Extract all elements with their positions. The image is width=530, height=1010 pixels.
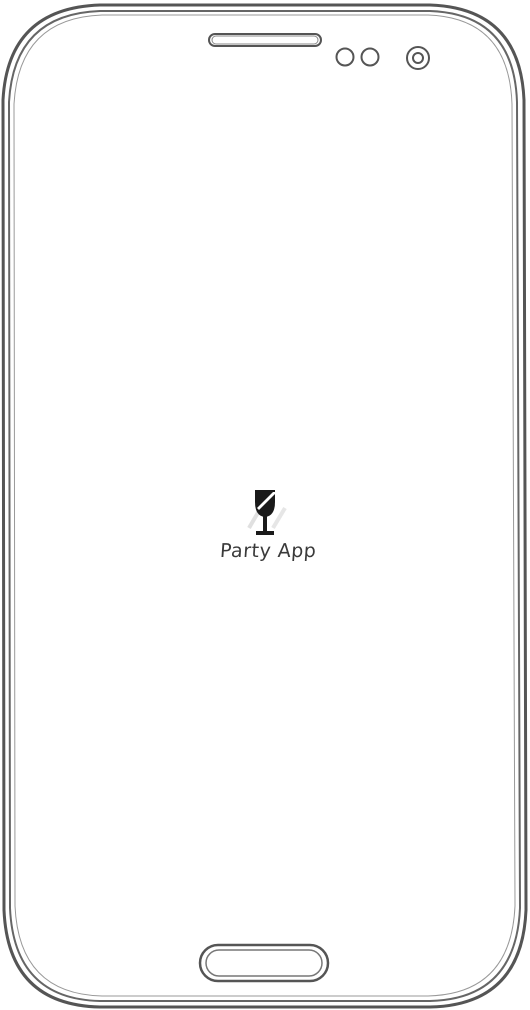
front-camera-icon (406, 46, 430, 70)
front-camera-lens (412, 52, 424, 64)
app-name: Party App (219, 540, 317, 562)
sensor-right-icon (360, 47, 380, 67)
wine-glass-icon (247, 490, 287, 535)
splash-screen: Party App (0, 486, 530, 576)
home-button-inner (205, 949, 323, 977)
speaker-slot-inner (211, 35, 319, 45)
sensor-left-icon (335, 47, 355, 67)
